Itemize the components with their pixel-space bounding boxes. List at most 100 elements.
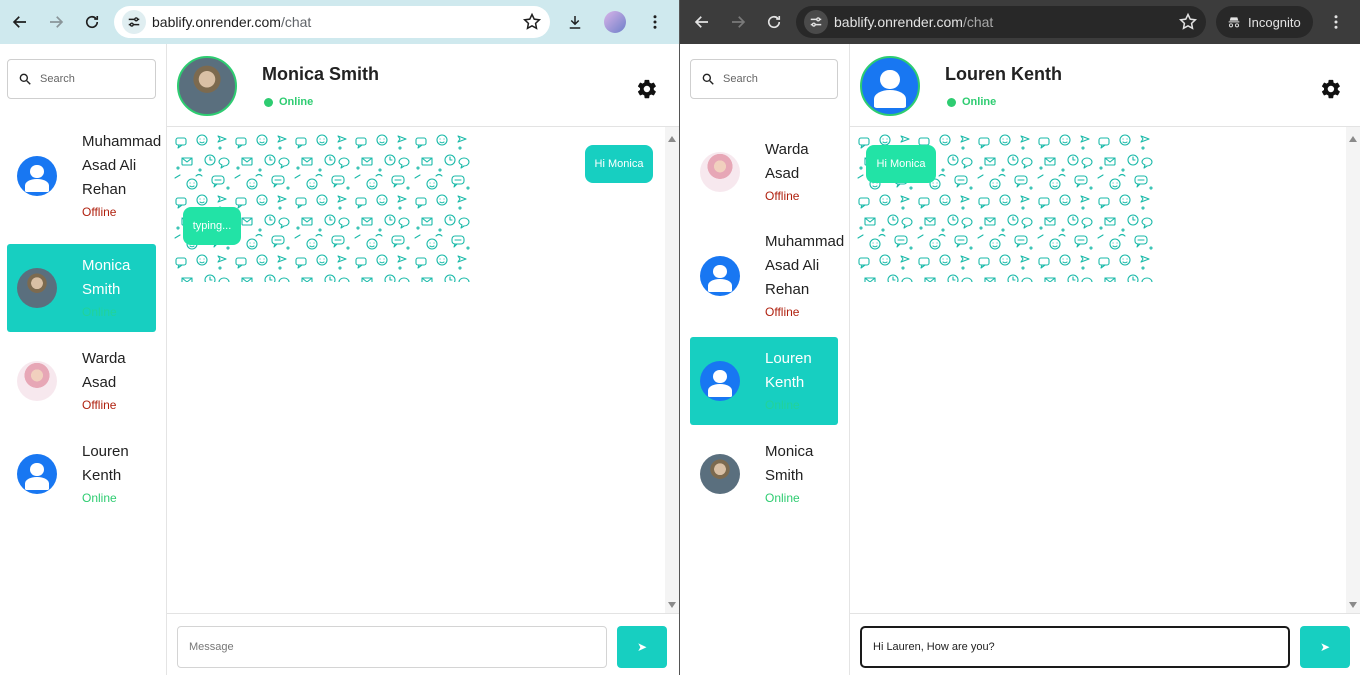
messages-area[interactable]: Hi Monica typing... — [167, 127, 679, 613]
incognito-label: Incognito — [1248, 14, 1301, 30]
chat-partner-name: Monica Smith — [262, 64, 380, 84]
chat-partner-status: Online — [279, 96, 314, 108]
contact-name: Warda — [82, 350, 126, 367]
messages-scrollbar[interactable] — [1346, 127, 1360, 613]
contact-avatar — [17, 268, 57, 308]
contact-name: Muhammad — [765, 233, 845, 250]
contact-name: Asad Ali — [82, 157, 137, 174]
arrow-left-icon — [12, 16, 26, 28]
profile-button[interactable] — [597, 4, 633, 40]
browser-toolbar: bablify.onrender.com/chat — [0, 0, 679, 44]
contact-name: Kenth — [765, 374, 805, 391]
search-placeholder: Search — [723, 73, 758, 85]
contact-item[interactable]: Louren Kenth Online — [7, 430, 156, 518]
scroll-up-arrow-icon[interactable] — [668, 136, 676, 142]
chat-partner-status: Online — [962, 96, 997, 108]
message-input[interactable] — [860, 626, 1290, 668]
messages-area[interactable]: Hi Monica — [850, 127, 1360, 613]
contact-name: Warda — [765, 141, 809, 158]
search-icon — [702, 73, 714, 85]
contact-name: Smith — [765, 467, 804, 484]
online-dot-icon — [947, 98, 956, 107]
reload-button[interactable] — [756, 4, 792, 40]
chat-app: Search Muhammad Asad Ali Rehan Offline M… — [0, 44, 679, 675]
online-dot-icon — [264, 98, 273, 107]
forward-button[interactable] — [38, 4, 74, 40]
scroll-up-arrow-icon[interactable] — [1349, 136, 1357, 142]
contact-name: Asad — [765, 165, 800, 182]
user-avatar-icon — [17, 156, 57, 196]
contact-status: Offline — [82, 398, 117, 412]
more-vert-icon — [653, 15, 657, 29]
gear-icon[interactable] — [1320, 78, 1342, 100]
message-input[interactable] — [177, 626, 607, 668]
send-button[interactable]: ➤ — [617, 626, 667, 668]
incognito-badge[interactable]: Incognito — [1216, 6, 1313, 38]
contact-status: Online — [765, 491, 800, 505]
reload-icon — [767, 15, 781, 29]
browser-menu-button[interactable] — [1318, 4, 1354, 40]
typing-indicator: typing... — [183, 207, 241, 245]
browser-toolbar: bablify.onrender.com/chat Incognito — [680, 0, 1360, 44]
user-avatar-icon — [700, 256, 740, 296]
chat-app: Search Warda Asad Offline Muhammad Asad … — [680, 44, 1360, 675]
url-text: bablify.onrender.com/chat — [834, 14, 994, 30]
contacts-sidebar: Search Muhammad Asad Ali Rehan Offline M… — [0, 44, 167, 675]
contact-item[interactable]: Warda Asad Offline — [7, 337, 156, 425]
scroll-down-arrow-icon[interactable] — [1349, 602, 1357, 608]
incognito-icon — [1228, 17, 1240, 28]
browser-menu-button[interactable] — [637, 4, 673, 40]
contact-item[interactable]: Monica Smith Online — [690, 430, 838, 518]
reload-icon — [85, 15, 99, 29]
downloads-button[interactable] — [557, 4, 593, 40]
contact-status: Online — [765, 398, 800, 412]
contact-status: Online — [82, 491, 117, 505]
contact-name: Monica — [765, 443, 814, 460]
contact-name: Louren — [765, 350, 812, 367]
composer: ➤ — [167, 613, 679, 675]
address-bar[interactable]: bablify.onrender.com/chat — [796, 6, 1206, 38]
search-icon — [19, 73, 31, 85]
contact-name: Rehan — [82, 181, 127, 198]
scroll-down-arrow-icon[interactable] — [668, 602, 676, 608]
contact-item-active[interactable]: Louren Kenth Online — [690, 337, 838, 425]
contact-avatar — [700, 454, 740, 494]
message-bubble-received: Hi Monica — [866, 145, 936, 183]
profile-avatar — [604, 11, 626, 33]
contact-item[interactable]: Muhammad Asad Ali Rehan Offline — [7, 132, 161, 220]
contact-name: Smith — [82, 281, 121, 298]
site-settings-icon[interactable] — [804, 10, 828, 34]
chat-panel: Monica Smith Online Hi Monica typing... … — [167, 44, 679, 675]
messages-scrollbar[interactable] — [665, 127, 679, 613]
contact-status: Offline — [82, 205, 117, 219]
contact-name: Asad Ali — [765, 257, 820, 274]
composer: ➤ — [850, 613, 1360, 675]
browser-window-right: bablify.onrender.com/chat Incognito Sear… — [680, 0, 1360, 675]
contact-name: Rehan — [765, 281, 810, 298]
back-button[interactable] — [684, 4, 720, 40]
chat-header: Louren Kenth Online — [850, 44, 1360, 127]
user-avatar-icon — [860, 56, 920, 116]
url-text: bablify.onrender.com/chat — [152, 14, 312, 30]
chat-panel: Louren Kenth Online Hi Monica ➤ — [850, 44, 1360, 675]
reload-button[interactable] — [74, 4, 110, 40]
contact-item-active[interactable]: Monica Smith Online — [7, 244, 156, 332]
contact-name: Kenth — [82, 467, 122, 484]
address-bar[interactable]: bablify.onrender.com/chat — [114, 6, 550, 38]
contact-avatar — [17, 361, 57, 401]
forward-button[interactable] — [720, 4, 756, 40]
contact-name: Louren — [82, 443, 129, 460]
send-button[interactable]: ➤ — [1300, 626, 1350, 668]
bookmark-star-icon[interactable] — [522, 12, 542, 32]
search-input[interactable]: Search — [690, 59, 838, 99]
site-settings-icon[interactable] — [122, 10, 146, 34]
bookmark-star-icon[interactable] — [1178, 12, 1198, 32]
back-button[interactable] — [2, 4, 38, 40]
search-input[interactable]: Search — [7, 59, 156, 99]
contact-item[interactable]: Warda Asad Offline — [690, 128, 838, 216]
message-bubble-sent: Hi Monica — [585, 145, 653, 183]
chat-partner-avatar — [177, 56, 237, 116]
contact-item[interactable]: Muhammad Asad Ali Rehan Offline — [690, 232, 844, 320]
gear-icon[interactable] — [636, 78, 658, 100]
download-icon — [569, 16, 581, 29]
